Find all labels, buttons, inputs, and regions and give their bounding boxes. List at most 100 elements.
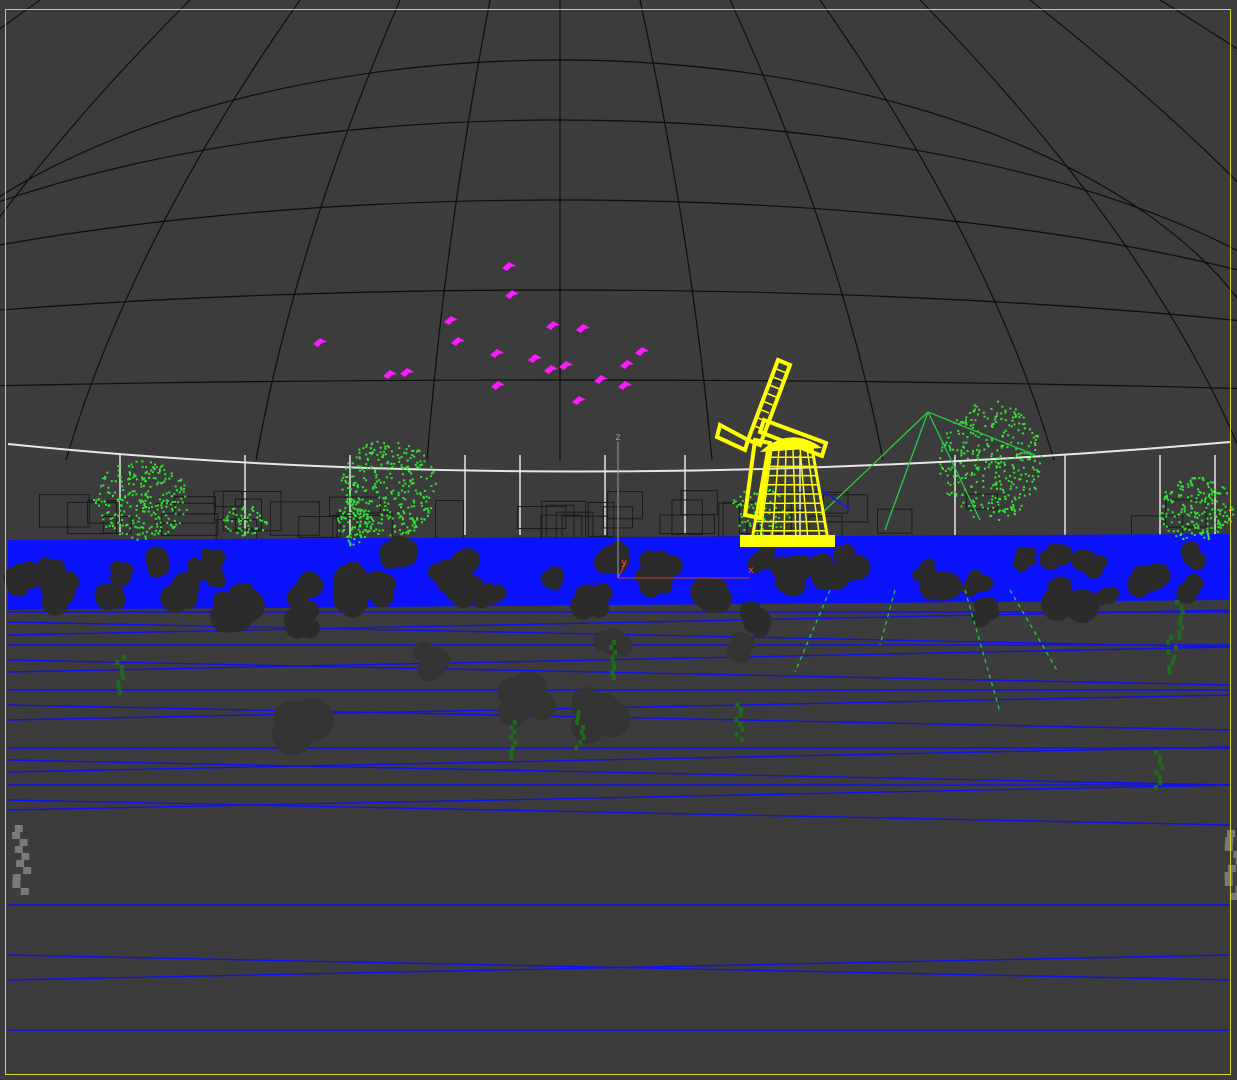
green-stalk	[1169, 635, 1174, 640]
tree-leaf-point	[1035, 434, 1038, 437]
tree-leaf-point	[1005, 477, 1008, 480]
tree-leaf-point	[966, 450, 969, 453]
tree-leaf-point	[1215, 492, 1218, 495]
tree-leaf-point	[1210, 493, 1213, 496]
tree-leaf-point	[129, 527, 132, 530]
tree-leaf-point	[256, 516, 259, 519]
tree-leaf-point	[431, 472, 434, 475]
tree-leaf-point	[414, 463, 417, 466]
tree-leaf-point	[997, 503, 1000, 506]
tree-leaf-point	[1011, 416, 1014, 419]
tree-leaf-point	[364, 521, 367, 524]
tree-leaf-point	[140, 485, 143, 488]
tree-leaf-point	[1202, 529, 1205, 532]
tree-leaf-point	[1004, 429, 1007, 432]
tree-leaf-point	[169, 503, 172, 506]
tree-leaf-point	[995, 465, 998, 468]
shrub-cluster	[655, 577, 666, 589]
green-stalk	[738, 707, 743, 712]
tree-leaf-point	[953, 490, 956, 493]
tree-leaf-point	[755, 493, 758, 496]
tree-leaf-point	[406, 526, 409, 529]
scene-canvas[interactable]: z y x	[0, 0, 1237, 1080]
tree-leaf-point	[372, 487, 375, 490]
tree-leaf-point	[982, 486, 985, 489]
tree-leaf-point	[1171, 511, 1174, 514]
tree-leaf-point	[1190, 520, 1193, 523]
tree-leaf-point	[1034, 438, 1037, 441]
edge-shrub	[1225, 837, 1234, 844]
tree-leaf-point	[359, 465, 362, 468]
tree-leaf-point	[402, 497, 405, 500]
tree-leaf-point	[240, 514, 243, 517]
tree-leaf-point	[135, 460, 138, 463]
sky-dome-wireframe[interactable]	[0, 0, 1237, 461]
tree-leaf-point	[413, 529, 416, 532]
tree-leaf-point	[1003, 461, 1006, 464]
tree-leaf-point	[1167, 498, 1170, 501]
tree-leaf-point	[128, 465, 131, 468]
green-stalk	[1180, 625, 1185, 630]
tree-leaf-point	[1000, 412, 1003, 415]
tree-leaf-point	[1023, 494, 1026, 497]
tree-leaf-point	[1020, 414, 1023, 417]
tree-leaf-point	[343, 529, 346, 532]
tree-leaf-point	[1201, 512, 1204, 515]
tree-leaf-point	[1024, 473, 1027, 476]
tree-leaf-point	[349, 536, 352, 539]
tree-leaf-point	[1006, 446, 1009, 449]
tree-leaf-point	[251, 506, 254, 509]
tree-leaf-point	[1180, 511, 1183, 514]
tree-leaf-point	[345, 494, 348, 497]
tree-leaf-point	[1197, 524, 1200, 527]
tree-leaf-point	[402, 485, 405, 488]
tree-leaf-point	[1195, 497, 1198, 500]
tree-leaf-point	[241, 517, 244, 520]
tree-leaf-point	[359, 523, 362, 526]
tree-leaf-point	[960, 454, 963, 457]
tree-leaf-point	[368, 452, 371, 455]
tree-leaf-point	[356, 510, 359, 513]
tree-leaf-point	[990, 455, 993, 458]
tree-leaf-point	[156, 508, 159, 511]
bird-icon	[559, 361, 573, 370]
tree-leaf-point	[346, 498, 349, 501]
tree-leaf-point	[1183, 505, 1186, 508]
tree-leaf-point	[407, 532, 410, 535]
tree-leaf-point	[1193, 515, 1196, 518]
tree-leaf-point	[1190, 511, 1193, 514]
selected-tree-group[interactable]	[93, 400, 1235, 547]
windmill-model[interactable]	[714, 357, 835, 547]
tree-leaf-point	[122, 489, 125, 492]
tree-leaf-point	[148, 527, 151, 530]
tree-leaf-point	[251, 532, 254, 535]
tree-leaf-point	[107, 511, 110, 514]
tree-leaf-point	[158, 470, 161, 473]
green-stalk	[611, 640, 616, 645]
tree-leaf-point	[990, 487, 993, 490]
tree-leaf-point	[352, 506, 355, 509]
tree-leaf-point	[120, 514, 123, 517]
tree-leaf-point	[1013, 476, 1016, 479]
tree-leaf-point	[1034, 487, 1037, 490]
tree-leaf-point	[149, 485, 152, 488]
tree-leaf-point	[1020, 452, 1023, 455]
tree-leaf-point	[1010, 508, 1013, 511]
tree-leaf-point	[994, 416, 997, 419]
tree-leaf-point	[160, 504, 163, 507]
tree-leaf-point	[104, 475, 107, 478]
tree-leaf-point	[972, 423, 975, 426]
tree-leaf-point	[1226, 521, 1229, 524]
tree-leaf-point	[1198, 477, 1201, 480]
tree-leaf-point	[340, 479, 343, 482]
tree-leaf-point	[1215, 515, 1218, 518]
tree-leaf-point	[407, 506, 410, 509]
green-stalk	[1157, 760, 1162, 765]
bird-flock[interactable]	[313, 262, 649, 405]
tree-leaf-point	[165, 514, 168, 517]
dome-meridian-line	[819, 0, 1055, 461]
green-stalk	[581, 725, 586, 730]
shrub-cluster	[970, 574, 989, 593]
perspective-viewport[interactable]: z y x	[0, 0, 1237, 1080]
tree-leaf-point	[117, 521, 120, 524]
